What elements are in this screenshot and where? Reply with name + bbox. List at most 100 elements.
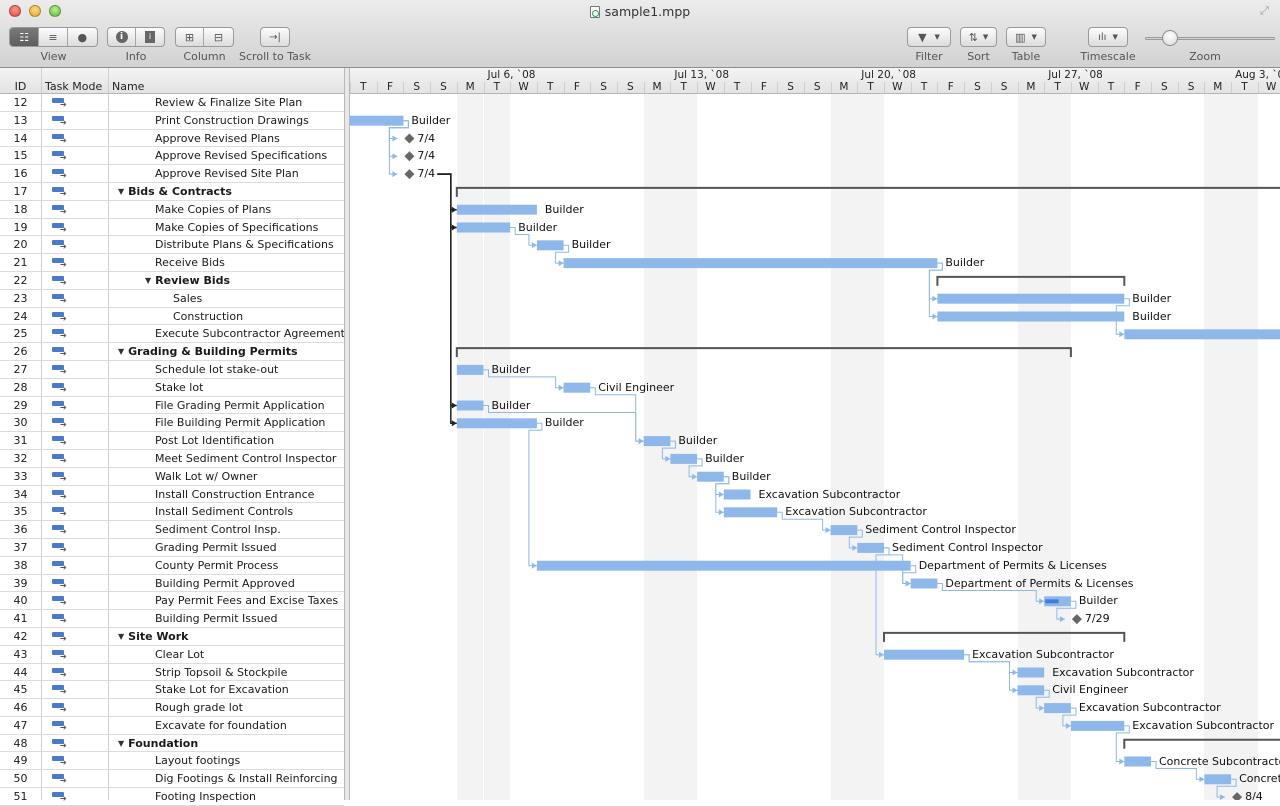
resource-view-button[interactable]: ● — [68, 28, 97, 46]
table-row[interactable]: 13 ➔ Print Construction Drawings — [0, 112, 344, 130]
task-name[interactable]: File Building Permit Application — [155, 416, 325, 429]
task-name[interactable]: ▼ Site Work — [118, 630, 188, 643]
table-row[interactable]: 19 ➔ Make Copies of Specifications — [0, 219, 344, 237]
milestone-diamond[interactable] — [404, 151, 415, 162]
task-bar[interactable] — [884, 649, 965, 660]
table-row[interactable]: 43 ➔ Clear Lot — [0, 646, 344, 664]
table-row[interactable]: 38 ➔ County Permit Process — [0, 557, 344, 575]
task-name[interactable]: Footing Inspection — [155, 790, 256, 803]
table-row[interactable]: 25 ➔ Execute Subcontractor Agreements — [0, 325, 351, 344]
sort-button[interactable]: ⇅ ▼ — [961, 28, 996, 46]
table-row[interactable]: 45 ➔ Stake Lot for Excavation — [0, 681, 344, 700]
summary-bar[interactable] — [1123, 738, 1280, 749]
table-row[interactable]: 33 ➔ Walk Lot w/ Owner — [0, 468, 344, 486]
table-row[interactable]: 30 ➔ File Building Permit Application — [0, 414, 344, 433]
task-name[interactable]: ▼ Grading & Building Permits — [118, 345, 298, 358]
task-bar[interactable] — [563, 258, 938, 269]
task-bar[interactable] — [350, 115, 404, 126]
table-row[interactable]: 47 ➔ Excavate for foundation — [0, 717, 344, 735]
summary-bar[interactable] — [883, 631, 1126, 642]
disclosure-triangle-icon[interactable]: ▼ — [118, 347, 124, 356]
task-name[interactable]: Grading Permit Issued — [155, 541, 277, 554]
task-bar[interactable] — [857, 542, 884, 553]
task-name[interactable]: Stake Lot for Excavation — [155, 683, 289, 696]
table-row[interactable]: 50 ➔ Dig Footings & Install Reinforcing — [0, 770, 344, 789]
table-row[interactable]: 46 ➔ Rough grade lot — [0, 699, 344, 717]
task-bar[interactable] — [1204, 774, 1232, 785]
task-bar[interactable] — [1124, 329, 1280, 340]
table-row[interactable]: 20 ➔ Distribute Plans & Specifications — [0, 236, 344, 255]
task-name[interactable]: Building Permit Issued — [155, 612, 277, 625]
table-row[interactable]: 14 ➔ Approve Revised Plans — [0, 130, 344, 148]
disclosure-triangle-icon[interactable]: ▼ — [118, 632, 124, 641]
task-name[interactable]: ▼ Review Bids — [145, 274, 230, 287]
table-row[interactable]: 15 ➔ Approve Revised Specifications — [0, 147, 344, 166]
table-button[interactable]: ▥ ▼ — [1007, 28, 1045, 46]
fullscreen-icon[interactable]: ⤢ — [1260, 5, 1272, 17]
table-row[interactable]: 16 ➔ Approve Revised Site Plan — [0, 165, 344, 183]
task-bar[interactable] — [643, 436, 671, 447]
task-list-view-button[interactable]: ≡ — [39, 28, 68, 46]
task-bar[interactable] — [670, 453, 698, 464]
task-name[interactable]: Make Copies of Plans — [155, 203, 271, 216]
task-name[interactable]: Strip Topsoil & Stockpile — [155, 666, 287, 679]
table-row[interactable]: 26 ➔ ▼ Grading & Building Permits — [0, 343, 344, 361]
milestone-diamond[interactable] — [404, 169, 415, 180]
task-bar[interactable] — [937, 311, 1125, 322]
table-row[interactable]: 17 ➔ ▼ Bids & Contracts — [0, 183, 344, 201]
task-name[interactable]: Dig Footings & Install Reinforcing — [155, 772, 338, 785]
task-bar[interactable] — [1017, 667, 1045, 678]
task-bar[interactable] — [1044, 703, 1071, 714]
scroll-to-task-button[interactable]: →| — [261, 28, 289, 46]
task-name[interactable]: Pay Permit Fees and Excise Taxes — [155, 594, 338, 607]
table-row[interactable]: 51 ➔ Footing Inspection — [0, 788, 344, 806]
table-row[interactable]: 35 ➔ Install Sediment Controls — [0, 503, 344, 522]
milestone-diamond[interactable] — [1232, 792, 1243, 800]
task-bar[interactable] — [723, 489, 751, 500]
table-row[interactable]: 49 ➔ Layout footings — [0, 752, 344, 771]
timescale-button[interactable]: ılı ▼ — [1089, 28, 1127, 46]
task-name[interactable]: Install Sediment Controls — [155, 505, 293, 518]
task-name[interactable]: Review & Finalize Site Plan — [155, 96, 302, 109]
task-bar[interactable] — [1017, 685, 1045, 696]
task-name[interactable]: Construction — [173, 310, 243, 323]
task-name[interactable]: Install Construction Entrance — [155, 488, 314, 501]
task-name[interactable]: Make Copies of Specifications — [155, 221, 318, 234]
table-row[interactable]: 32 ➔ Meet Sediment Control Inspector — [0, 450, 344, 468]
milestone-diamond[interactable] — [1071, 614, 1082, 625]
task-name[interactable]: Approve Revised Site Plan — [155, 167, 299, 180]
task-bar[interactable] — [536, 240, 564, 251]
column-divider[interactable] — [41, 68, 42, 93]
task-name[interactable]: Layout footings — [155, 754, 240, 767]
table-row[interactable]: 29 ➔ File Grading Permit Application — [0, 397, 344, 415]
task-name[interactable]: Sediment Control Insp. — [155, 523, 281, 536]
column-header-id[interactable]: ID — [0, 80, 41, 93]
task-bar[interactable] — [563, 382, 591, 393]
table-row[interactable]: 40 ➔ Pay Permit Fees and Excise Taxes — [0, 592, 344, 611]
task-name[interactable]: Distribute Plans & Specifications — [155, 238, 334, 251]
table-row[interactable]: 31 ➔ Post Lot Identification — [0, 432, 344, 450]
task-name[interactable]: Schedule lot stake-out — [155, 363, 278, 376]
task-name[interactable]: ▼ Bids & Contracts — [118, 185, 232, 198]
table-row[interactable]: 24 ➔ Construction — [0, 308, 344, 326]
summary-bar[interactable] — [455, 186, 1280, 197]
info-button[interactable]: i — [108, 28, 137, 46]
task-bar[interactable] — [456, 364, 484, 375]
task-bar[interactable] — [937, 293, 1125, 304]
task-name[interactable]: Rough grade lot — [155, 701, 243, 714]
task-name[interactable]: Execute Subcontractor Agreements — [155, 327, 351, 340]
table-row[interactable]: 34 ➔ Install Construction Entrance — [0, 486, 344, 504]
task-name[interactable]: Receive Bids — [155, 256, 225, 269]
table-row[interactable]: 41 ➔ Building Permit Issued — [0, 610, 344, 628]
task-name[interactable]: Approve Revised Specifications — [155, 149, 327, 162]
task-name[interactable]: Print Construction Drawings — [155, 114, 309, 127]
table-row[interactable]: 44 ➔ Strip Topsoil & Stockpile — [0, 664, 344, 682]
disclosure-triangle-icon[interactable]: ▼ — [118, 187, 124, 196]
table-row[interactable]: 27 ➔ Schedule lot stake-out — [0, 361, 344, 379]
filter-button[interactable]: ▼ ▼ — [908, 28, 950, 46]
gantt-view-button[interactable]: ☷ — [10, 28, 40, 46]
table-row[interactable]: 21 ➔ Receive Bids — [0, 254, 344, 272]
task-bar[interactable] — [1070, 720, 1125, 731]
table-row[interactable]: 23 ➔ Sales — [0, 290, 344, 308]
task-name[interactable]: File Grading Permit Application — [155, 399, 325, 412]
